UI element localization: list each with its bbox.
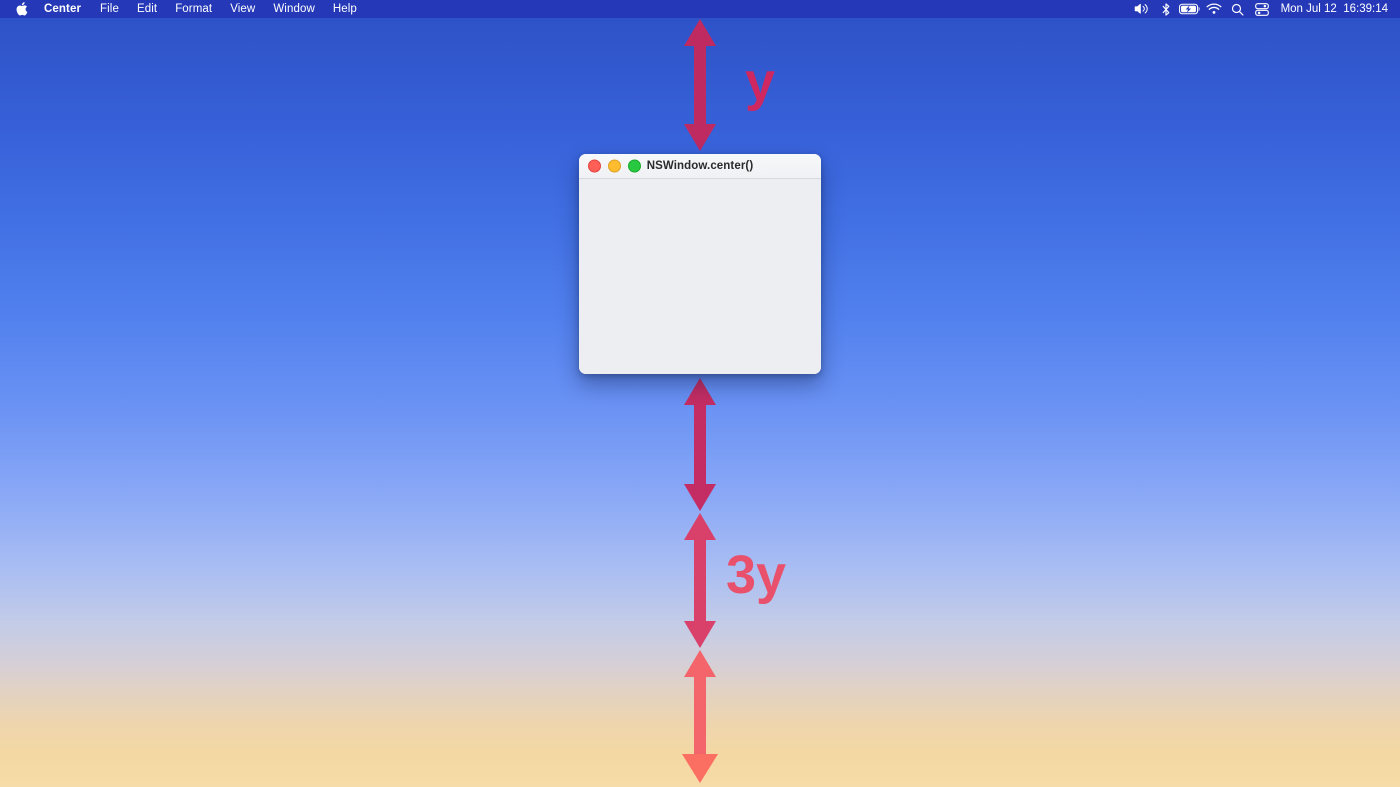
zoom-button[interactable] xyxy=(628,159,641,173)
menu-bar: Center File Edit Format View Window Help xyxy=(0,0,1400,18)
menu-item-edit[interactable]: Edit xyxy=(128,0,166,18)
menu-bar-status-area: Mon Jul 12 16:39:14 xyxy=(1131,0,1400,18)
screen: Center File Edit Format View Window Help xyxy=(0,0,1400,787)
apple-logo-icon[interactable] xyxy=(8,0,34,18)
close-button[interactable] xyxy=(588,159,601,173)
desktop-wallpaper xyxy=(0,0,1400,787)
battery-charging-icon[interactable] xyxy=(1178,0,1201,18)
menu-bar-clock[interactable]: Mon Jul 12 16:39:14 xyxy=(1275,0,1392,18)
window-titlebar[interactable]: NSWindow.center() xyxy=(579,154,821,179)
menu-item-format[interactable]: Format xyxy=(166,0,221,18)
bluetooth-icon[interactable] xyxy=(1155,0,1177,18)
app-window[interactable]: NSWindow.center() xyxy=(579,154,821,374)
minimize-button[interactable] xyxy=(608,159,621,173)
traffic-lights xyxy=(588,159,641,173)
menu-bar-left: Center File Edit Format View Window Help xyxy=(0,0,366,18)
volume-icon[interactable] xyxy=(1131,0,1153,18)
menu-item-help[interactable]: Help xyxy=(324,0,366,18)
menu-item-center[interactable]: Center xyxy=(34,0,91,18)
control-center-icon[interactable] xyxy=(1251,0,1273,18)
label-3y: 3y xyxy=(726,545,787,605)
window-content-area[interactable] xyxy=(579,179,821,374)
menu-item-file[interactable]: File xyxy=(91,0,128,18)
label-y: y xyxy=(745,52,776,112)
search-icon[interactable] xyxy=(1227,0,1249,18)
menu-item-view[interactable]: View xyxy=(221,0,264,18)
wifi-icon[interactable] xyxy=(1203,0,1225,18)
menu-item-window[interactable]: Window xyxy=(264,0,324,18)
